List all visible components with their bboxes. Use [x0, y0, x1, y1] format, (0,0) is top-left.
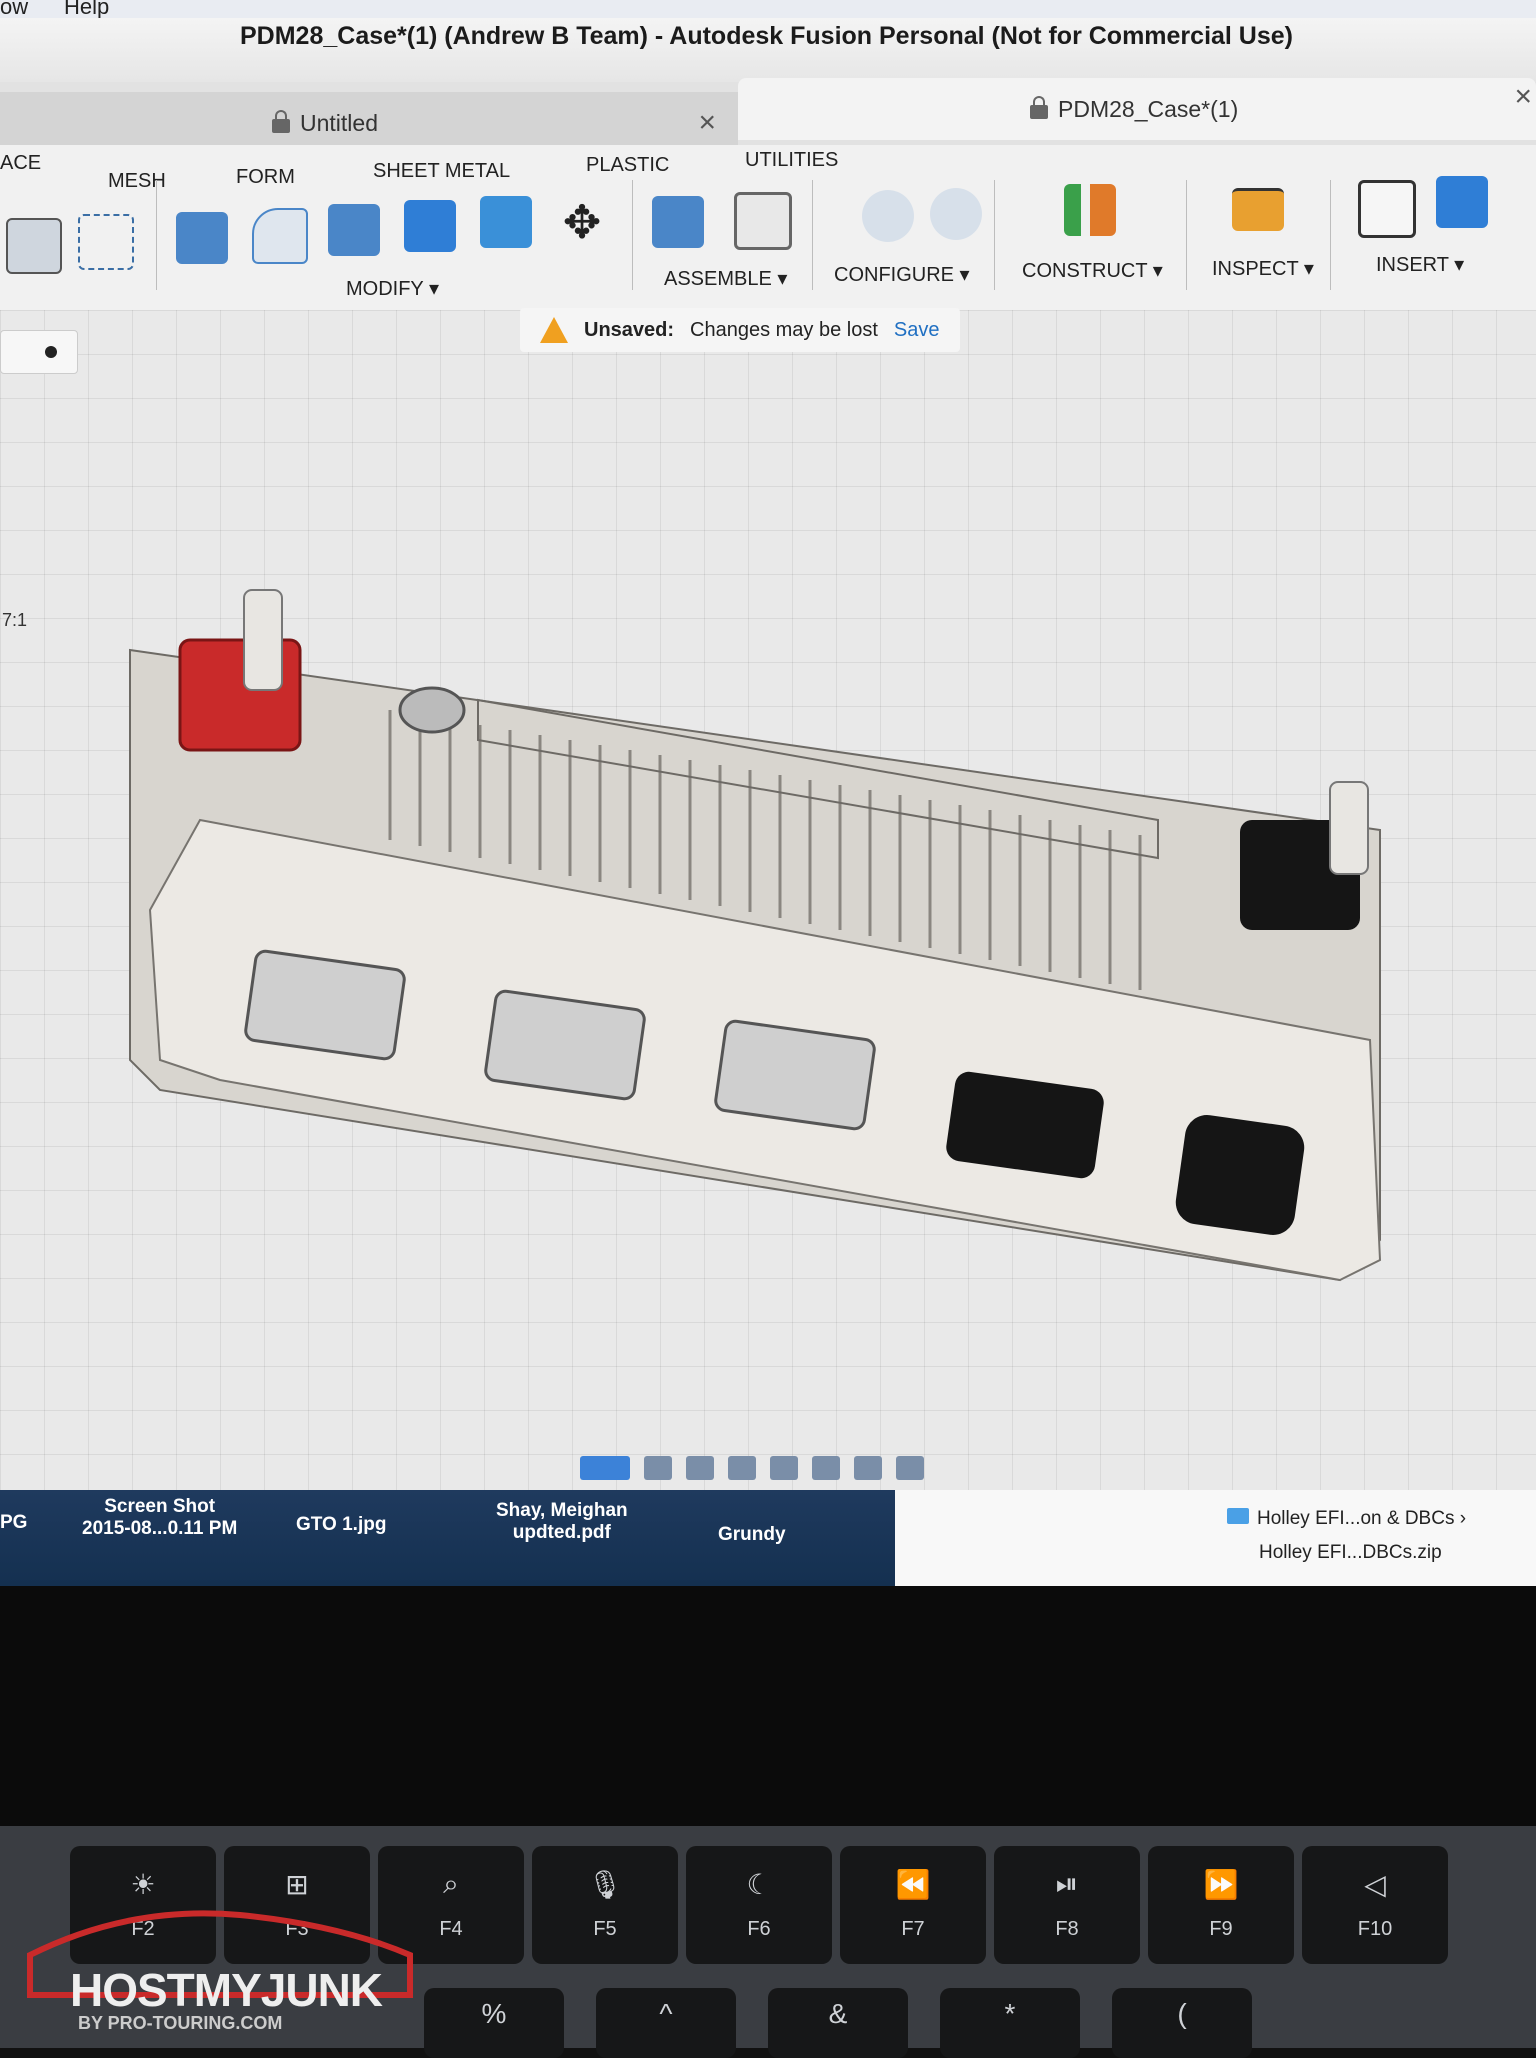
toolbar-divider — [632, 180, 633, 290]
file-item[interactable]: GTO 1.jpg — [296, 1514, 386, 1536]
group-assemble[interactable]: ASSEMBLE ▾ — [664, 266, 787, 291]
group-modify[interactable]: MODIFY ▾ — [346, 276, 439, 301]
key-f7[interactable]: ⏪ F7 — [840, 1846, 986, 1964]
unsaved-notice: Unsaved: Changes may be lost Save — [520, 308, 960, 352]
key-f8[interactable]: ⏯ F8 — [994, 1846, 1140, 1964]
warning-icon — [540, 317, 568, 343]
split-body-icon[interactable] — [480, 196, 532, 248]
measure-icon[interactable] — [1232, 188, 1284, 231]
group-insert[interactable]: INSERT ▾ — [1376, 252, 1464, 277]
watermark-text: HOSTMYJUNK — [70, 1964, 383, 2016]
black-post-stud — [1329, 781, 1369, 875]
desktop-files-strip: PG Screen Shot 2015-08...0.11 PM GTO 1.jp… — [0, 1490, 895, 1586]
toolbar-divider — [1330, 180, 1331, 290]
folder-item[interactable]: Holley EFI...on & DBCs › — [1227, 1508, 1466, 1530]
fit-icon[interactable] — [770, 1456, 798, 1480]
folder-icon — [1227, 1508, 1249, 1524]
unsaved-label: Unsaved: — [584, 318, 675, 341]
combine-icon[interactable] — [404, 200, 456, 252]
lock-icon — [272, 110, 290, 133]
menu-window[interactable]: ow — [0, 0, 28, 20]
joint-icon[interactable] — [734, 192, 792, 250]
file-item[interactable]: Grundy — [718, 1524, 786, 1546]
shell-icon[interactable] — [328, 204, 380, 256]
configure-icon[interactable] — [862, 190, 914, 242]
press-pull-icon[interactable] — [176, 212, 228, 264]
window-title: PDM28_Case*(1) (Andrew B Team) - Autodes… — [240, 22, 1293, 50]
insert-derive-icon[interactable] — [1358, 180, 1416, 238]
save-button[interactable]: Save — [894, 319, 940, 342]
toolbar-tab-utilities[interactable]: UTILITIES — [745, 149, 838, 172]
zip-item[interactable]: Holley EFI...DBCs.zip — [1259, 1542, 1442, 1564]
box-select-icon[interactable] — [78, 214, 134, 270]
orbit-icon[interactable] — [580, 1456, 630, 1480]
display-settings-icon[interactable] — [812, 1456, 840, 1480]
toolbar-tab-mesh[interactable]: MESH — [108, 170, 166, 193]
grid-icon[interactable] — [854, 1456, 882, 1480]
zoom-icon[interactable] — [728, 1456, 756, 1480]
toolbar-divider — [812, 180, 813, 290]
toolbar-divider — [994, 180, 995, 290]
connector-3 — [714, 1019, 876, 1131]
file-item[interactable]: PG — [0, 1512, 27, 1534]
navigation-bar — [580, 1448, 980, 1488]
group-inspect[interactable]: INSPECT ▾ — [1212, 256, 1314, 281]
connector-2 — [484, 989, 646, 1101]
tab-active-document[interactable]: PDM28_Case*(1) × — [738, 78, 1536, 140]
connector-5 — [1175, 1115, 1305, 1235]
vent-port — [398, 686, 466, 734]
watermark-logo: HOSTMYJUNK BY PRO-TOURING.COM — [10, 1885, 430, 2035]
new-component-icon[interactable] — [652, 196, 704, 248]
pdm-case-model[interactable] — [0, 520, 1536, 1320]
key-f6[interactable]: ☾ F6 — [686, 1846, 832, 1964]
toolbar-tab-plastic[interactable]: PLASTIC — [586, 154, 669, 177]
close-icon[interactable]: × — [698, 106, 716, 140]
file-item[interactable]: Screen Shot 2015-08...0.11 PM — [82, 1496, 237, 1540]
group-construct[interactable]: CONSTRUCT ▾ — [1022, 258, 1163, 283]
close-icon[interactable]: × — [1514, 80, 1532, 114]
toolbar-tab-sheet-metal[interactable]: SHEET METAL — [373, 160, 510, 183]
look-at-icon[interactable] — [644, 1456, 672, 1480]
toolbar-tab-form[interactable]: FORM — [236, 166, 295, 189]
move-icon[interactable]: ✥ — [556, 196, 608, 248]
configure-table-icon[interactable] — [930, 188, 982, 240]
menu-help[interactable]: Help — [64, 0, 109, 20]
browser-panel-toggle[interactable] — [0, 330, 78, 374]
canvas-image-icon[interactable] — [1436, 176, 1488, 228]
toolbar-divider — [156, 180, 157, 290]
key-f9[interactable]: ⏩ F9 — [1148, 1846, 1294, 1964]
unsaved-message: Changes may be lost — [690, 318, 878, 341]
file-item[interactable]: Shay, Meighan updted.pdf — [496, 1500, 628, 1544]
pan-icon[interactable] — [686, 1456, 714, 1480]
create-sketch-icon[interactable] — [6, 218, 62, 274]
red-post-stud — [243, 589, 283, 691]
viewports-icon[interactable] — [896, 1456, 924, 1480]
tab-label: Untitled — [300, 109, 378, 136]
finder-list: Holley EFI...on & DBCs › Holley EFI...DB… — [895, 1490, 1536, 1586]
tab-label: PDM28_Case*(1) — [1058, 95, 1239, 122]
laptop-bezel — [0, 1586, 1536, 1826]
toolbar-divider — [1186, 180, 1187, 290]
fillet-icon[interactable] — [252, 208, 308, 264]
key-f5[interactable]: 🎙 F5 — [532, 1846, 678, 1964]
offset-plane-icon[interactable] — [1064, 184, 1116, 236]
lock-icon — [1030, 96, 1048, 119]
group-configure[interactable]: CONFIGURE ▾ — [834, 262, 970, 287]
connector-1 — [244, 949, 406, 1061]
watermark-subtext: BY PRO-TOURING.COM — [78, 2013, 283, 2033]
key-f10[interactable]: ◁ F10 — [1302, 1846, 1448, 1964]
toolbar-tab-surface[interactable]: ACE — [0, 152, 41, 175]
